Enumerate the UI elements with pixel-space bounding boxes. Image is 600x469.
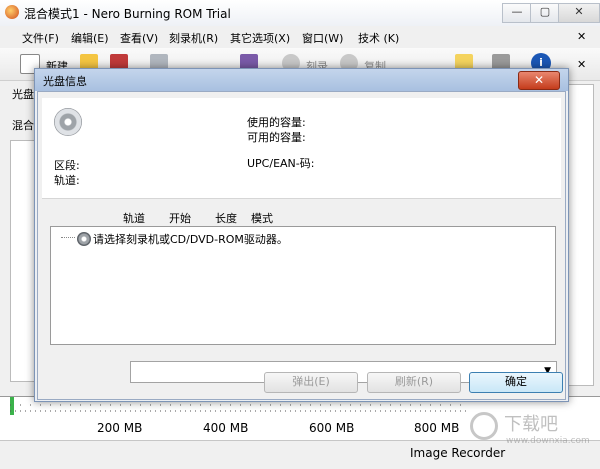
compilation-name-label: 混合: [12, 119, 34, 132]
toolbar-close-icon[interactable]: ✕: [577, 58, 586, 71]
disc-icon: [54, 108, 82, 136]
drive-disc-icon: [77, 232, 91, 246]
scale-label-400: 400 MB: [203, 421, 249, 435]
track-list[interactable]: 请选择刻录机或CD/DVD-ROM驱动器。: [50, 226, 556, 345]
watermark: 下载吧 www.downxia.com: [470, 410, 590, 460]
free-capacity-label: 可用的容量:: [247, 131, 306, 144]
menu-recorder[interactable]: 刻录机(R): [169, 30, 218, 46]
dialog-titlebar: 光盘信息 ✕: [35, 69, 568, 91]
watermark-text: 下载吧: [504, 414, 558, 435]
column-length[interactable]: 长度: [215, 210, 237, 226]
close-button[interactable]: ✕: [558, 3, 600, 23]
menu-technology[interactable]: 技术 (K): [358, 30, 399, 46]
menu-file[interactable]: 文件(F): [22, 30, 59, 46]
scale-label-200: 200 MB: [97, 421, 143, 435]
dialog-body: 使用的容量: 可用的容量: UPC/EAN-码: 区段: 轨道: 轨道 开始 长…: [37, 91, 566, 400]
compilation-tab-label: 光盘: [12, 88, 34, 101]
maximize-button[interactable]: ▢: [530, 3, 560, 23]
eject-button[interactable]: 弹出(E): [264, 372, 358, 393]
tree-line: [61, 237, 75, 238]
dialog-close-button[interactable]: ✕: [518, 71, 560, 90]
nero-app-icon: [5, 5, 19, 19]
refresh-button[interactable]: 刷新(R): [367, 372, 461, 393]
section-label: 区段:: [54, 159, 80, 172]
column-track[interactable]: 轨道: [123, 210, 145, 226]
menu-view[interactable]: 查看(V): [120, 30, 158, 46]
main-titlebar: 混合模式1 - Nero Burning ROM Trial — ▢ ✕: [0, 0, 600, 27]
used-capacity-label: 使用的容量:: [247, 116, 306, 129]
watermark-logo-icon: [470, 412, 498, 440]
menu-extras[interactable]: 其它选项(X): [230, 30, 290, 46]
dialog-title: 光盘信息: [43, 75, 87, 88]
track-label: 轨道:: [54, 174, 80, 187]
menu-edit[interactable]: 编辑(E): [71, 30, 109, 46]
disc-info-panel: 使用的容量: 可用的容量: UPC/EAN-码: 区段: 轨道:: [42, 98, 561, 199]
scale-label-800: 800 MB: [414, 421, 460, 435]
ok-button[interactable]: 确定: [469, 372, 563, 393]
select-drive-message: 请选择刻录机或CD/DVD-ROM驱动器。: [93, 233, 288, 246]
column-mode[interactable]: 模式: [251, 210, 273, 226]
menu-bar: 文件(F) 编辑(E) 查看(V) 刻录机(R) 其它选项(X) 窗口(W) 技…: [0, 26, 600, 49]
upc-ean-label: UPC/EAN-码:: [247, 157, 315, 170]
disc-info-dialog: 光盘信息 ✕ 使用的容量: 可用的容量: UPC/EAN-码: 区段: 轨道: …: [34, 68, 569, 402]
scale-label-600: 600 MB: [309, 421, 355, 435]
window-title: 混合模式1 - Nero Burning ROM Trial: [24, 7, 231, 21]
minimize-button[interactable]: —: [502, 3, 532, 23]
menu-close-icon[interactable]: ✕: [577, 30, 586, 43]
watermark-url: www.downxia.com: [506, 436, 590, 446]
column-start[interactable]: 开始: [169, 210, 191, 226]
menu-window[interactable]: 窗口(W): [302, 30, 343, 46]
